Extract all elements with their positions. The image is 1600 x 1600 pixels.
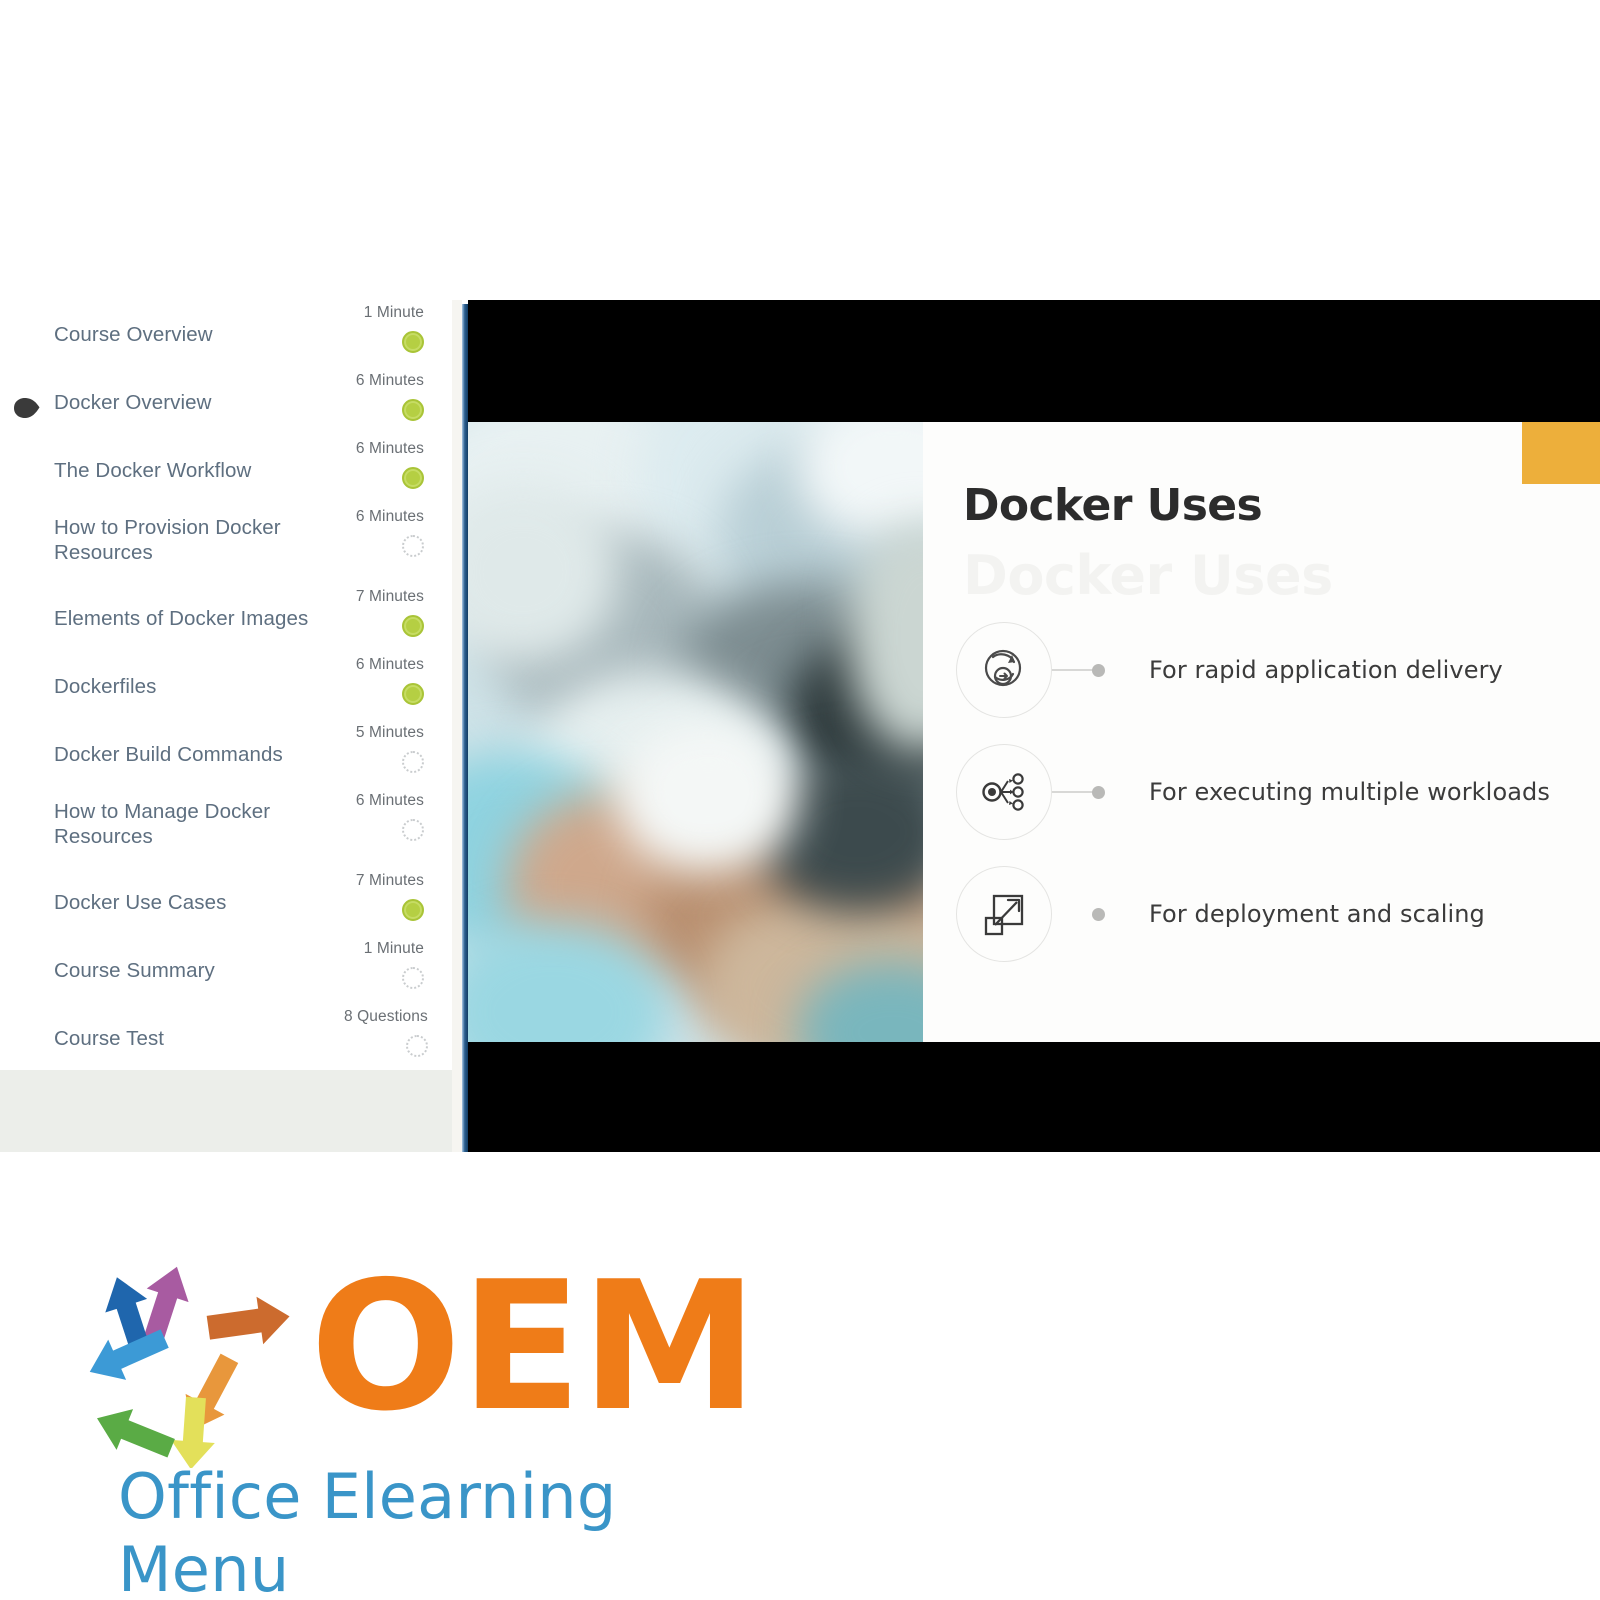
bullet-connector — [1052, 791, 1094, 793]
lesson-meta: 6 Minutes — [344, 788, 438, 846]
lesson-status-incomplete-icon — [402, 967, 424, 989]
lesson-title: Course Test — [54, 1027, 165, 1050]
lesson-duration: 6 Minutes — [355, 372, 424, 389]
lesson-duration: 1 Minute — [363, 940, 424, 957]
lesson-title: Dockerfiles — [54, 675, 157, 698]
lesson-row[interactable]: Docker Use Cases 7 Minutes — [0, 868, 452, 936]
lesson-meta: 6 Minutes — [344, 652, 438, 710]
lesson-meta: 1 Minute — [344, 300, 438, 358]
course-player: Course Overview 1 Minute Docker Overview 6 … — [0, 300, 1600, 1152]
lesson-row[interactable]: Course Overview 1 Minute — [0, 300, 452, 368]
lesson-row[interactable]: Course Summary 1 Minute — [0, 936, 452, 1004]
slide-photo — [468, 422, 923, 1042]
lesson-meta: 7 Minutes — [344, 868, 438, 926]
bullet-connector — [1052, 669, 1094, 671]
lesson-title: Elements of Docker Images — [54, 607, 309, 630]
curriculum-panel: Course Overview 1 Minute Docker Overview 6 … — [0, 300, 452, 1152]
lesson-duration: 6 Minutes — [355, 656, 424, 673]
lesson-status-complete-icon — [402, 899, 424, 921]
circular-arrows-icon — [78, 1256, 308, 1470]
lesson-meta: 8 Questions — [344, 1004, 442, 1062]
slide-bullet: For executing multiple workloads — [956, 744, 1550, 840]
slide-bullet-label: For deployment and scaling — [1149, 900, 1485, 928]
lesson-duration: 6 Minutes — [355, 440, 424, 457]
letterbox-bottom — [468, 1042, 1600, 1152]
slide-bullet: For deployment and scaling — [956, 866, 1485, 962]
lesson-status-incomplete-icon — [402, 819, 424, 841]
lesson-title: Docker Use Cases — [54, 891, 227, 914]
lesson-title: How to Provision Docker Resources — [54, 516, 281, 564]
lesson-status-incomplete-icon — [402, 751, 424, 773]
lesson-status-incomplete-icon — [405, 1035, 428, 1057]
lesson-duration: 6 Minutes — [355, 792, 424, 809]
lesson-status-complete-icon — [402, 467, 424, 489]
curriculum-footer-band — [0, 1070, 452, 1152]
lesson-title: Docker Overview — [54, 391, 212, 414]
lesson-row[interactable]: Dockerfiles 6 Minutes — [0, 652, 452, 720]
letterbox-top — [468, 300, 1600, 422]
lesson-duration: 8 Questions — [344, 1008, 428, 1025]
lesson-status-complete-icon — [402, 399, 424, 421]
lesson-title: Course Summary — [54, 959, 215, 982]
scaling-arrow-icon — [956, 866, 1052, 962]
lesson-title: Course Overview — [54, 323, 213, 346]
lesson-status-incomplete-icon — [402, 535, 424, 557]
bullet-node — [1092, 907, 1105, 921]
lesson-row[interactable]: Docker Overview 6 Minutes — [0, 368, 452, 436]
lesson-duration: 7 Minutes — [355, 872, 424, 889]
lesson-title: The Docker Workflow — [54, 459, 252, 482]
video-stage[interactable]: Docker Uses Docker Uses For rapid applic… — [468, 300, 1600, 1152]
lesson-title: How to Manage Docker Resources — [54, 800, 271, 848]
lesson-meta: 1 Minute — [344, 936, 438, 994]
slide-bullet-label: For executing multiple workloads — [1149, 778, 1550, 806]
lesson-title: Docker Build Commands — [54, 743, 283, 766]
lesson-meta: 6 Minutes — [344, 436, 438, 494]
lesson-duration: 6 Minutes — [355, 508, 424, 525]
lesson-row[interactable]: How to Manage Docker Resources 6 Minutes — [0, 788, 452, 868]
slide-ghost-text: Docker Uses — [963, 544, 1333, 607]
current-lesson-marker-icon — [12, 396, 42, 420]
slide-bullet-label: For rapid application delivery — [1149, 656, 1503, 684]
lesson-duration: 5 Minutes — [355, 724, 424, 741]
workload-network-icon — [956, 744, 1052, 840]
lesson-duration: 1 Minute — [363, 304, 424, 321]
lesson-row[interactable]: Docker Build Commands 5 Minutes — [0, 720, 452, 788]
bullet-node — [1092, 663, 1105, 677]
slide-canvas: Docker Uses Docker Uses For rapid applic… — [468, 422, 1600, 1042]
lesson-row[interactable]: Course Test 8 Questions — [0, 1004, 452, 1072]
oem-logo: OEM Office Elearning Menu — [78, 1243, 758, 1600]
lesson-meta: 6 Minutes — [344, 368, 438, 426]
lesson-row[interactable]: The Docker Workflow 6 Minutes — [0, 436, 452, 504]
bullet-node — [1092, 785, 1105, 799]
slide-bullet: For rapid application delivery — [956, 622, 1503, 718]
lesson-row[interactable]: Elements of Docker Images 7 Minutes — [0, 584, 452, 652]
screenshot-root: Course Overview 1 Minute Docker Overview 6 … — [0, 0, 1600, 1600]
logo-tagline: Office Elearning Menu — [118, 1460, 617, 1600]
lesson-status-complete-icon — [402, 615, 424, 637]
lesson-duration: 7 Minutes — [355, 588, 424, 605]
logo-wordmark: OEM — [310, 1243, 758, 1450]
lesson-list[interactable]: Course Overview 1 Minute Docker Overview 6 … — [0, 300, 452, 1072]
panel-edge — [452, 300, 462, 1152]
delivery-cycle-icon — [956, 622, 1052, 718]
lesson-meta: 6 Minutes — [344, 504, 438, 562]
lesson-meta: 7 Minutes — [344, 584, 438, 642]
lesson-row[interactable]: How to Provision Docker Resources 6 Minut… — [0, 504, 452, 584]
lesson-status-complete-icon — [402, 683, 424, 705]
lesson-meta: 5 Minutes — [344, 720, 438, 778]
slide-accent-block — [1522, 422, 1600, 484]
slide-title: Docker Uses — [963, 480, 1263, 531]
lesson-status-complete-icon — [402, 331, 424, 353]
